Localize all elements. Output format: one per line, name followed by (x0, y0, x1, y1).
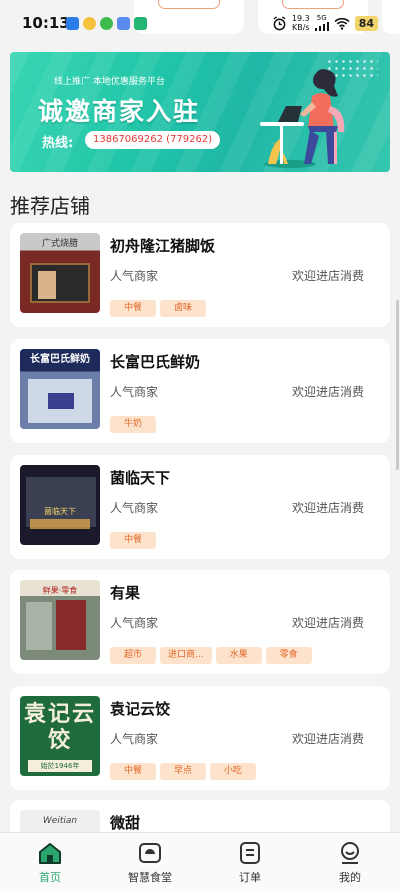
bottom-nav: 首页 智慧食堂 订单 我的 (0, 832, 400, 889)
nav-profile[interactable]: 我的 (300, 833, 400, 889)
shop-image: 广式烧腊 (20, 233, 100, 313)
order-icon (240, 842, 260, 864)
status-right: 19.3 KB/s 5G 84 (272, 14, 378, 32)
shop-welcome-text: 欢迎进店消费 (291, 616, 364, 630)
shop-tags: 中餐 卤味 (110, 300, 206, 317)
tag: 进口商... (160, 647, 212, 664)
tag: 卤味 (160, 300, 206, 317)
shop-image: 长富巴氏鲜奶 (20, 349, 100, 429)
battery-indicator: 84 (354, 15, 378, 31)
app-notification-icon (100, 17, 113, 30)
shop-image: 鲜果·零食 (20, 580, 100, 660)
canteen-icon (139, 843, 161, 863)
shop-type: 人气商家 (110, 385, 159, 399)
shop-welcome-text: 欢迎进店消费 (291, 385, 364, 399)
banner-subtitle: 线上推广 本地优惠服务平台 (54, 77, 165, 87)
shop-type: 人气商家 (110, 501, 159, 515)
nav-label: 首页 (39, 871, 61, 884)
shop-name: 菌临天下 (110, 469, 171, 487)
shop-name: 有果 (110, 584, 141, 602)
merchant-recruit-banner[interactable]: 线上推广 本地优惠服务平台 诚邀商家入驻 热线: 13867069262 (77… (10, 52, 390, 172)
shop-name: 微甜 (110, 814, 141, 832)
scrollbar[interactable] (396, 300, 399, 470)
shop-image: 袁记云饺 始於1946年 (20, 696, 100, 776)
shop-card[interactable]: 广式烧腊 初舟隆江猪脚饭 人气商家 欢迎进店消费 中餐 卤味 (10, 223, 390, 327)
app-notification-icon (117, 17, 130, 30)
shop-card[interactable]: 长富巴氏鲜奶 长富巴氏鲜奶 人气商家 欢迎进店消费 牛奶 (10, 339, 390, 443)
tag: 中餐 (110, 763, 156, 780)
app-notification-icon (83, 17, 96, 30)
signal-indicator: 5G (314, 15, 329, 31)
tag: 小吃 (210, 763, 256, 780)
net-speed: 19.3 KB/s (291, 14, 310, 32)
nav-label: 我的 (339, 871, 361, 884)
tag: 中餐 (110, 532, 156, 549)
nav-label: 智慧食堂 (128, 871, 172, 884)
nav-home[interactable]: 首页 (0, 833, 100, 889)
woman-laptop-illustration (260, 69, 345, 168)
shop-tags: 牛奶 (110, 416, 156, 433)
shop-name: 长富巴氏鲜奶 (110, 353, 201, 371)
tag: 早点 (160, 763, 206, 780)
shop-card[interactable]: 菌临天下 菌临天下 人气商家 欢迎进店消费 中餐 (10, 455, 390, 559)
shop-image: 菌临天下 (20, 465, 100, 545)
tag: 中餐 (110, 300, 156, 317)
shop-tags: 中餐 (110, 532, 156, 549)
tag: 牛奶 (110, 416, 156, 433)
shop-image: Weitian (20, 810, 100, 833)
alarm-icon (273, 15, 286, 30)
nav-canteen[interactable]: 智慧食堂 (100, 833, 200, 889)
shop-tags: 中餐 早点 小吃 (110, 763, 256, 780)
app-notification-icon (134, 17, 147, 30)
shop-name: 袁记云饺 (110, 700, 171, 718)
nav-label: 订单 (239, 871, 261, 884)
nav-orders[interactable]: 订单 (200, 833, 300, 889)
shop-welcome-text: 欢迎进店消费 (291, 269, 364, 283)
shop-card[interactable]: 袁记云饺 始於1946年 袁记云饺 人气商家 欢迎进店消费 中餐 早点 小吃 (10, 686, 390, 790)
status-bar: 10:13 19.3 KB/s 5G 84 (0, 0, 400, 48)
signal-icon (314, 22, 329, 31)
wifi-icon (334, 17, 350, 30)
shop-welcome-text: 欢迎进店消费 (291, 501, 364, 515)
home-icon (39, 843, 61, 864)
shop-list[interactable]: 广式烧腊 初舟隆江猪脚饭 人气商家 欢迎进店消费 中餐 卤味 长富巴氏鲜奶 长富… (10, 223, 390, 833)
section-title: 推荐店铺 (10, 194, 90, 218)
notification-icons (66, 17, 147, 30)
shop-type: 人气商家 (110, 269, 159, 283)
shop-type: 人气商家 (110, 616, 159, 630)
shop-type: 人气商家 (110, 732, 159, 746)
profile-icon (341, 842, 359, 864)
tag: 零食 (265, 647, 312, 664)
tag: 超市 (110, 647, 156, 664)
status-time: 10:13 (22, 14, 70, 32)
banner-headline: 诚邀商家入驻 (38, 97, 201, 126)
category-card[interactable] (134, 0, 244, 34)
shop-tags: 超市 进口商... 水果 零食 (110, 647, 312, 664)
shop-card[interactable]: 鲜果·零食 有果 人气商家 欢迎进店消费 超市 进口商... 水果 零食 (10, 570, 390, 674)
shop-name: 初舟隆江猪脚饭 (110, 237, 216, 255)
shop-welcome-text: 欢迎进店消费 (291, 732, 364, 746)
category-card[interactable] (382, 0, 400, 34)
app-notification-icon (66, 17, 79, 30)
hotline-label: 热线: (42, 136, 74, 151)
tag: 水果 (215, 647, 262, 664)
shop-card[interactable]: Weitian 微甜 (10, 800, 390, 833)
hotline-number: 13867069262 (779262) (85, 131, 221, 149)
